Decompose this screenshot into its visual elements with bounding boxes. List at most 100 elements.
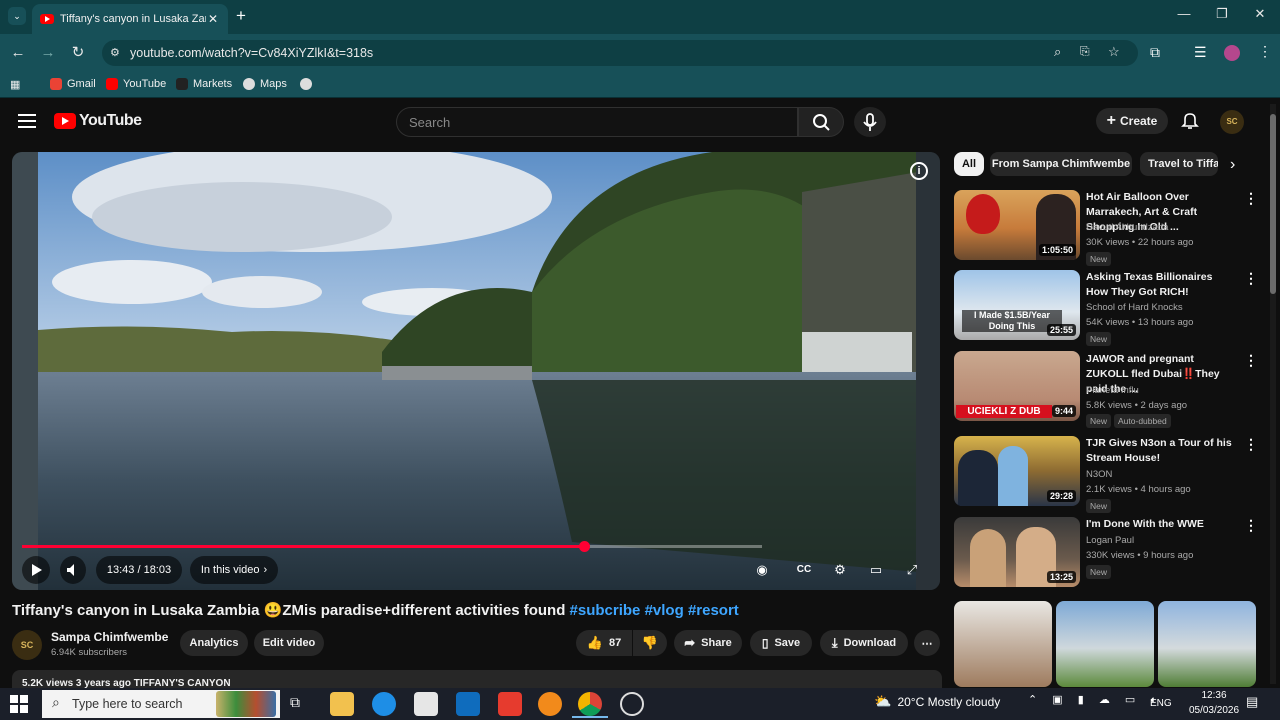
chips-next-chevron-icon[interactable]: ›	[1230, 156, 1235, 174]
address-bar[interactable]: ⚙ youtube.com/watch?v=Cv84XiYZlkI&t=318s…	[102, 40, 1138, 66]
rec-thumbnail[interactable]: 13:25	[954, 517, 1080, 587]
chip-travel[interactable]: Travel to Tiffa	[1140, 152, 1218, 176]
edit-video-button[interactable]: Edit video	[254, 630, 324, 656]
bookmark-maps[interactable]: Maps	[243, 78, 287, 90]
info-icon[interactable]: i	[910, 162, 928, 180]
rec-title[interactable]: I'm Done With the WWE	[1086, 517, 1236, 532]
hashtag-link[interactable]: #resort	[688, 602, 739, 619]
share-button[interactable]: ➦ Share	[674, 630, 742, 656]
analytics-button[interactable]: Analytics	[180, 630, 248, 656]
volume-button[interactable]	[60, 556, 86, 584]
bookmark-star-icon[interactable]: ☆	[1108, 44, 1120, 60]
edge-browser-icon[interactable]	[372, 692, 396, 716]
rec-thumbnail[interactable]: 1:05:50	[954, 190, 1080, 260]
description-box[interactable]: 5.2K views 3 years ago TIFFANY'S CANYON	[12, 670, 942, 690]
bookmark-gmail[interactable]: Gmail	[50, 78, 96, 90]
scrollbar-thumb[interactable]	[1270, 114, 1276, 294]
menu-hamburger-icon[interactable]	[18, 114, 36, 128]
more-options-icon[interactable]: ⋮	[1244, 352, 1258, 369]
progress-scrubber[interactable]	[579, 541, 590, 552]
rec-channel[interactable]: School of Hard Knocks	[1086, 302, 1183, 313]
play-button[interactable]	[22, 556, 50, 584]
microsoft-store-icon[interactable]	[414, 692, 438, 716]
browser-tab-active[interactable]: Tiffany's canyon in Lusaka Zam ✕	[32, 4, 228, 34]
vlc-icon[interactable]	[538, 692, 562, 716]
bookmark-markets[interactable]: Markets	[176, 78, 232, 90]
forward-arrow-icon[interactable]: →	[38, 43, 58, 63]
extensions-icon[interactable]: ⧉	[1150, 44, 1160, 61]
zoom-icon[interactable]: ⌕	[1054, 44, 1061, 60]
language-indicator[interactable]: ENG	[1150, 698, 1172, 709]
shorts-thumbnail[interactable]	[954, 601, 1052, 687]
books-widget-icon[interactable]	[216, 691, 276, 717]
rec-channel[interactable]: Planeta Influ	[1086, 385, 1139, 396]
hashtag-link[interactable]: #vlog	[645, 602, 684, 619]
clock-app-icon[interactable]	[620, 692, 644, 716]
rec-title[interactable]: Asking Texas Billionaires How They Got R…	[1086, 270, 1236, 300]
fullscreen-icon[interactable]: ⤢	[902, 560, 922, 580]
tab-close-icon[interactable]: ✕	[206, 12, 220, 26]
rec-channel[interactable]: Davud Akhundzada	[1086, 222, 1168, 233]
chrome-icon[interactable]	[578, 692, 602, 716]
weather-widget[interactable]: ⛅ 20°C Mostly cloudy	[874, 693, 1000, 710]
back-arrow-icon[interactable]: ←	[8, 43, 28, 63]
account-avatar[interactable]: SC	[1220, 110, 1244, 134]
more-options-icon[interactable]: ⋮	[1244, 436, 1258, 453]
rec-thumbnail[interactable]: UCIEKLI Z DUB 9:44	[954, 351, 1080, 421]
close-window-button[interactable]: ✕	[1248, 6, 1272, 26]
chapters-button[interactable]: In this video ›	[190, 556, 278, 584]
channel-avatar[interactable]: SC	[12, 630, 42, 660]
maximize-button[interactable]: ❐	[1210, 6, 1234, 26]
profile-avatar-icon[interactable]	[1224, 45, 1240, 61]
video-player[interactable]: i	[12, 152, 940, 590]
rec-thumbnail[interactable]: 29:28	[954, 436, 1080, 506]
wps-office-icon[interactable]	[498, 692, 522, 716]
channel-name[interactable]: Sampa Chimfwembe	[51, 630, 168, 644]
system-tray-icons[interactable]: ⌃ ▣ ▮ ☁ ▭ ◐	[1028, 693, 1163, 706]
theater-mode-icon[interactable]: ▭	[866, 560, 886, 580]
tab-search-icon[interactable]: ⌄	[8, 7, 26, 25]
windows-start-icon[interactable]	[10, 695, 28, 713]
shorts-thumbnail[interactable]	[1056, 601, 1154, 687]
new-tab-button[interactable]: +	[236, 6, 246, 26]
save-button[interactable]: ▯ Save	[750, 630, 812, 656]
chip-from-channel[interactable]: From Sampa Chimfwembe	[990, 152, 1132, 176]
reload-icon[interactable]: ↻	[68, 43, 88, 63]
tab-list-icon[interactable]: ☰	[1194, 44, 1207, 61]
clock-date[interactable]: 05/03/2026	[1184, 705, 1244, 716]
rec-channel[interactable]: N3ON	[1086, 469, 1112, 480]
apps-grid-icon[interactable]: ▦	[10, 78, 20, 91]
more-options-icon[interactable]: ⋮	[1244, 517, 1258, 534]
clock-time[interactable]: 12:36	[1192, 690, 1236, 701]
task-view-icon[interactable]: ⧉	[290, 694, 300, 711]
chip-all[interactable]: All	[954, 152, 984, 176]
file-explorer-icon[interactable]	[330, 692, 354, 716]
notifications-bell-icon[interactable]	[1180, 110, 1200, 130]
search-button[interactable]	[798, 107, 844, 137]
minimize-button[interactable]: —	[1172, 6, 1196, 26]
youtube-logo[interactable]: YouTube	[54, 112, 142, 130]
bookmark-youtube[interactable]: YouTube	[106, 78, 166, 90]
install-app-icon[interactable]: ⎘	[1080, 44, 1090, 59]
shorts-thumbnail[interactable]	[1158, 601, 1256, 687]
browser-menu-icon[interactable]: ⋮	[1258, 43, 1272, 60]
more-options-icon[interactable]: ⋮	[1244, 270, 1258, 287]
autoplay-toggle-icon[interactable]: ◉	[752, 560, 772, 580]
settings-gear-icon[interactable]: ⚙	[830, 560, 850, 580]
bookmark-globe[interactable]	[300, 78, 312, 90]
scrollbar[interactable]	[1270, 104, 1276, 684]
hashtag-link[interactable]: #subcribe	[570, 602, 641, 619]
search-input[interactable]: Search	[396, 107, 798, 137]
rec-title[interactable]: TJR Gives N3on a Tour of his Stream Hous…	[1086, 436, 1236, 466]
notifications-icon[interactable]: ▤	[1246, 694, 1258, 710]
more-options-icon[interactable]: ⋮	[1244, 190, 1258, 207]
more-actions-button[interactable]: ⋯	[914, 630, 940, 656]
download-button[interactable]: ⤓ Download	[820, 630, 908, 656]
site-settings-icon[interactable]: ⚙	[110, 46, 120, 59]
rec-thumbnail[interactable]: I Made $1.5B/Year Doing This 25:55	[954, 270, 1080, 340]
captions-icon[interactable]: CC	[794, 560, 814, 580]
create-button[interactable]: + Create	[1096, 108, 1168, 134]
voice-search-button[interactable]	[854, 107, 886, 137]
dislike-button[interactable]: 👎	[633, 630, 667, 656]
outlook-icon[interactable]	[456, 692, 480, 716]
